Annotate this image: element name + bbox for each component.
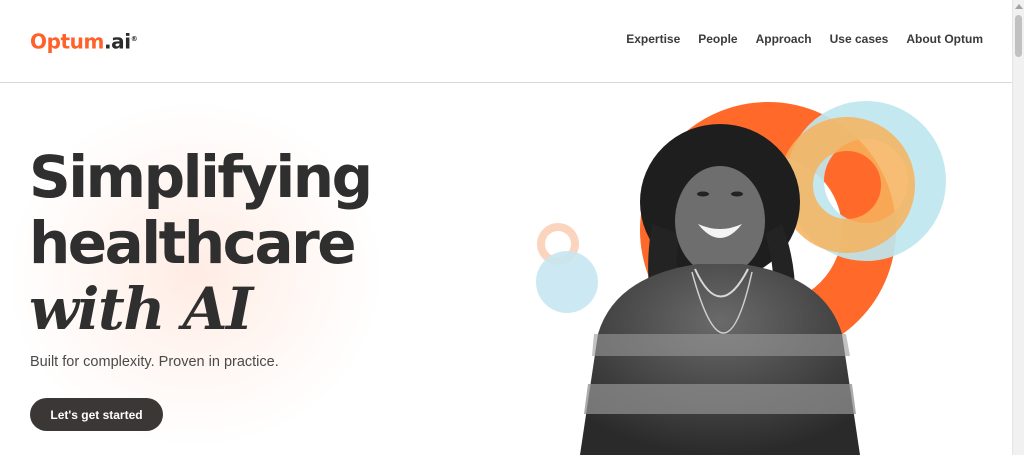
nav-link-expertise[interactable]: Expertise [626, 31, 680, 47]
hero-artwork [536, 101, 946, 455]
nav-link-people[interactable]: People [698, 31, 737, 47]
headline-line-3: with AI [29, 275, 253, 343]
headline-line-2: healthcare [29, 209, 357, 277]
optum-ai-logo[interactable]: Optum.ai® [30, 26, 138, 54]
hero-illustration [520, 84, 1012, 455]
site-header: Optum.ai® Expertise People Approach Use … [0, 0, 1012, 83]
person-eye-right [731, 191, 743, 197]
small-blue-circle-shape [536, 251, 598, 313]
person-face [675, 166, 765, 276]
nav-link-use-cases[interactable]: Use cases [830, 31, 889, 47]
logo-registered-mark: ® [130, 35, 138, 43]
main-nav: Expertise People Approach Use cases Abou… [626, 31, 983, 47]
headline-line-1: Simplifying [29, 143, 373, 211]
logo-suffix: ai [111, 29, 131, 54]
scroll-up-arrow-icon[interactable] [1015, 4, 1023, 9]
sweater-stripe-2 [592, 334, 850, 356]
hero-subheadline: Built for complexity. Proven in practice… [30, 354, 279, 370]
nav-link-approach[interactable]: Approach [756, 31, 812, 47]
logo-brand: Optum [30, 29, 104, 54]
page-scrollbar[interactable] [1012, 0, 1024, 455]
scrollbar-thumb[interactable] [1015, 15, 1022, 57]
person-eye-left [697, 191, 709, 197]
hero-section: Simplifying healthcare with AI Built for… [0, 84, 1012, 455]
get-started-button[interactable]: Let's get started [30, 398, 163, 431]
nav-link-about-optum[interactable]: About Optum [906, 31, 983, 47]
hero-headline: Simplifying healthcare with AI [29, 144, 449, 342]
sweater-stripe-1 [584, 384, 856, 414]
